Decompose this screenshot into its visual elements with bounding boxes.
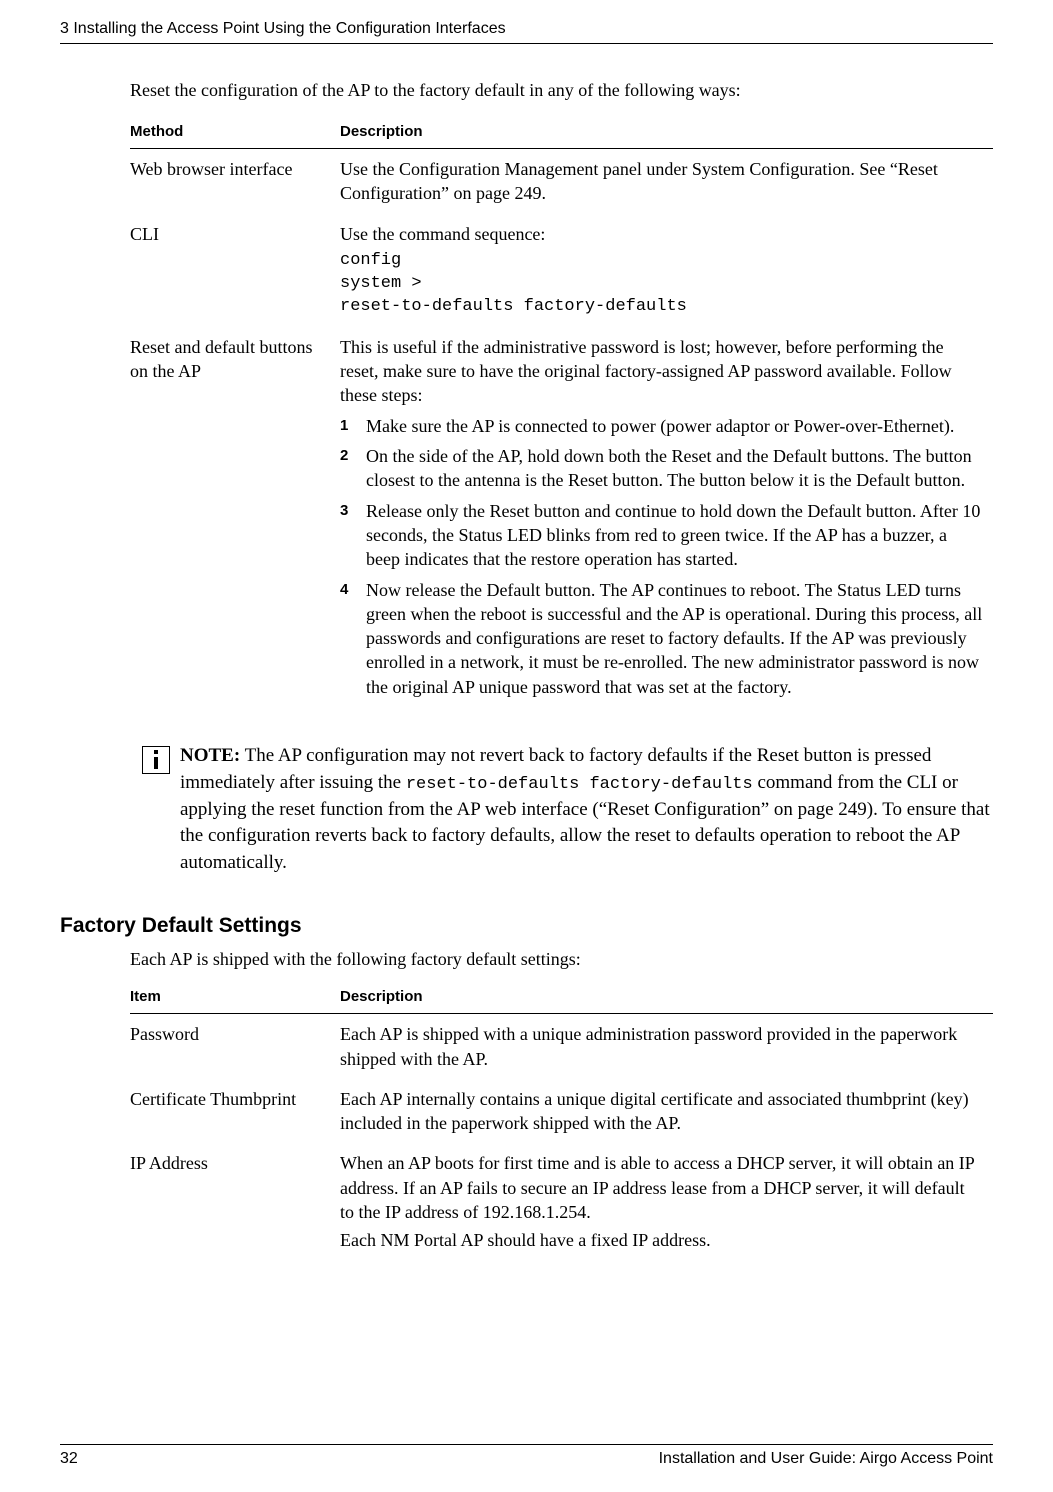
doc-title: Installation and User Guide: Airgo Acces… <box>659 1448 993 1470</box>
step-item: Now release the Default button. The AP c… <box>340 578 983 699</box>
table-header-row: Item Description <box>130 983 993 1014</box>
table-row: Certificate Thumbprint Each AP internall… <box>130 1079 993 1144</box>
step-item: On the side of the AP, hold down both th… <box>340 444 983 493</box>
step-item: Release only the Reset button and contin… <box>340 499 983 572</box>
intro-text: Reset the configuration of the AP to the… <box>130 78 993 102</box>
method-cell: Web browser interface <box>130 149 340 214</box>
item-cell: Certificate Thumbprint <box>130 1079 340 1144</box>
description-cell: Use the command sequence: config system … <box>340 214 993 327</box>
note-code: reset-to-defaults factory-defaults <box>406 775 753 794</box>
cli-code-line: system > <box>340 273 983 296</box>
col-header-description: Description <box>340 983 993 1014</box>
chapter-title: 3 Installing the Access Point Using the … <box>60 20 506 37</box>
info-icon <box>142 746 170 774</box>
description-cell: Use the Configuration Management panel u… <box>340 149 993 214</box>
col-header-description: Description <box>340 118 993 149</box>
page-number: 32 <box>60 1448 78 1470</box>
col-header-method: Method <box>130 118 340 149</box>
description-cell: Each AP internally contains a unique dig… <box>340 1079 993 1144</box>
table-header-row: Method Description <box>130 118 993 149</box>
section-intro: Each AP is shipped with the following fa… <box>130 947 993 971</box>
item-cell: Password <box>130 1014 340 1079</box>
table-row: Web browser interface Use the Configurat… <box>130 149 993 214</box>
note-label: NOTE: <box>180 745 240 766</box>
method-cell: CLI <box>130 214 340 327</box>
page-header: 3 Installing the Access Point Using the … <box>60 18 993 44</box>
table-row: IP Address When an AP boots for first ti… <box>130 1143 993 1260</box>
description-cell: Each AP is shipped with a unique adminis… <box>340 1014 993 1079</box>
cli-code-line: reset-to-defaults factory-defaults <box>340 296 983 319</box>
method-cell: Reset and default buttons on the AP <box>130 327 340 707</box>
section-heading: Factory Default Settings <box>60 912 993 940</box>
cli-code-line: config <box>340 250 983 273</box>
description-cell: When an AP boots for first time and is a… <box>340 1143 993 1260</box>
reset-desc-lead: This is useful if the administrative pas… <box>340 335 983 408</box>
methods-table: Method Description Web browser interface… <box>130 118 993 707</box>
note-text: NOTE: The AP configuration may not rever… <box>180 743 993 876</box>
page-footer: 32 Installation and User Guide: Airgo Ac… <box>60 1444 993 1470</box>
table-row: Reset and default buttons on the AP This… <box>130 327 993 707</box>
step-item: Make sure the AP is connected to power (… <box>340 414 983 438</box>
settings-table: Item Description Password Each AP is shi… <box>130 983 993 1261</box>
cli-desc-lead: Use the command sequence: <box>340 222 983 246</box>
description-cell: This is useful if the administrative pas… <box>340 327 993 707</box>
note-block: NOTE: The AP configuration may not rever… <box>130 743 993 876</box>
table-row: Password Each AP is shipped with a uniqu… <box>130 1014 993 1079</box>
ip-desc-p2: Each NM Portal AP should have a fixed IP… <box>340 1228 983 1252</box>
item-cell: IP Address <box>130 1143 340 1260</box>
col-header-item: Item <box>130 983 340 1014</box>
steps-list: Make sure the AP is connected to power (… <box>340 414 983 699</box>
ip-desc-p1: When an AP boots for first time and is a… <box>340 1151 983 1224</box>
table-row: CLI Use the command sequence: config sys… <box>130 214 993 327</box>
